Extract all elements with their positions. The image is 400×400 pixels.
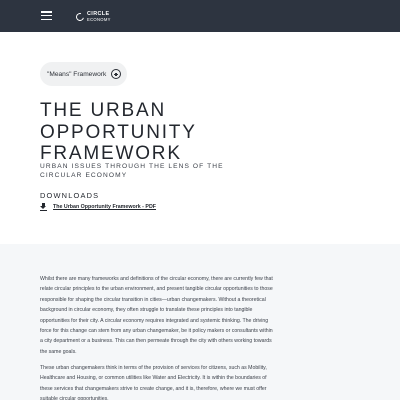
logo-mark-icon: [74, 11, 86, 23]
means-framework-chip[interactable]: "Means" Framework: [40, 62, 127, 86]
logo-text: CIRCLE ECONOMY: [87, 11, 111, 22]
logo-line-2: ECONOMY: [87, 16, 111, 22]
page-subtitle: URBAN ISSUES THROUGH THE LENS OF THE CIR…: [40, 163, 224, 179]
download-link-label[interactable]: The Urban Opportunity Framework - PDF: [53, 204, 156, 210]
circle-economy-logo[interactable]: CIRCLE ECONOMY: [74, 11, 111, 23]
intro-paragraph-1: Whilst there are many frameworks and def…: [40, 276, 273, 355]
intro-text-section: Whilst there are many frameworks and def…: [0, 244, 400, 400]
pdf-download-link[interactable]: The Urban Opportunity Framework - PDF: [40, 203, 156, 211]
plus-circle-icon[interactable]: [111, 69, 121, 79]
downloads-heading: DOWNLOADS: [40, 191, 100, 200]
intro-paragraph-2: These urban changemakers think in terms …: [40, 365, 267, 400]
download-icon: [40, 203, 47, 211]
hero-section: "Means" Framework THE URBAN OPPORTUNITY …: [0, 32, 400, 244]
top-navigation-bar: CIRCLE ECONOMY: [0, 0, 400, 32]
chip-label: "Means" Framework: [47, 70, 107, 78]
page-title: THE URBAN OPPORTUNITY FRAMEWORK: [40, 100, 197, 164]
menu-icon[interactable]: [41, 11, 52, 21]
